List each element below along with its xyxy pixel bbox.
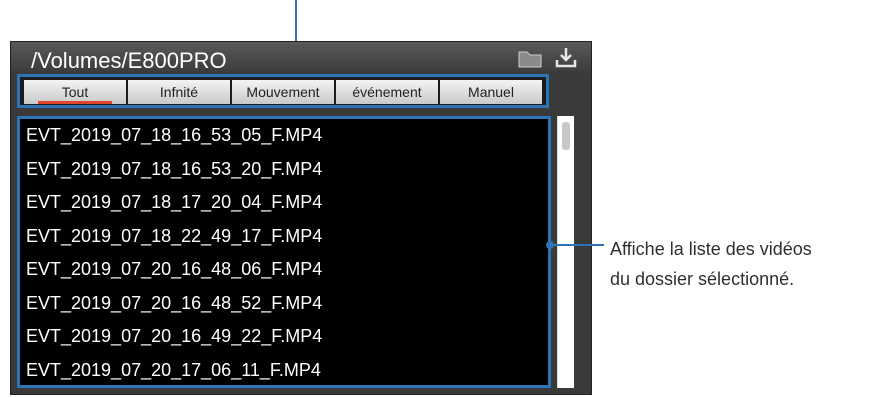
- tab-infinite[interactable]: Infnité: [128, 80, 230, 104]
- tab-tout[interactable]: Tout: [24, 80, 126, 104]
- tab-mouvement[interactable]: Mouvement: [232, 80, 334, 104]
- file-list-item[interactable]: EVT_2019_07_20_16_49_22_F.MP4: [26, 320, 546, 354]
- file-browser-panel: /Volumes/E800PRO Tout Infnité Mouvement …: [10, 41, 592, 395]
- file-list-item[interactable]: EVT_2019_07_20_16_48_06_F.MP4: [26, 253, 546, 287]
- file-list-item[interactable]: EVT_2019_07_18_17_20_04_F.MP4: [26, 186, 546, 220]
- file-list-item[interactable]: EVT_2019_07_18_22_49_17_F.MP4: [26, 220, 546, 254]
- file-list-item[interactable]: EVT_2019_07_20_16_48_52_F.MP4: [26, 287, 546, 321]
- tabs-highlight-frame: Tout Infnité Mouvement événement Manuel: [17, 74, 549, 108]
- callout-line-2: du dossier sélectionné.: [610, 269, 795, 289]
- folder-path-title: /Volumes/E800PRO: [31, 48, 227, 73]
- scrollbar[interactable]: [557, 116, 574, 388]
- tab-manuel[interactable]: Manuel: [440, 80, 542, 104]
- list-callout-line: [552, 244, 604, 246]
- file-list: EVT_2019_07_18_16_53_05_F.MP4 EVT_2019_0…: [26, 119, 546, 387]
- file-list-item[interactable]: EVT_2019_07_20_17_06_11_F.MP4: [26, 354, 546, 388]
- tab-evenement[interactable]: événement: [336, 80, 438, 104]
- tab-bar: Tout Infnité Mouvement événement Manuel: [24, 80, 542, 104]
- callout-line-1: Affiche la liste des vidéos: [610, 239, 812, 259]
- file-list-item[interactable]: EVT_2019_07_18_16_53_20_F.MP4: [26, 153, 546, 187]
- title-bar: /Volumes/E800PRO: [11, 42, 591, 74]
- download-icon[interactable]: [553, 46, 579, 70]
- scrollbar-thumb[interactable]: [562, 122, 570, 150]
- file-list-frame: EVT_2019_07_18_16_53_05_F.MP4 EVT_2019_0…: [17, 116, 551, 388]
- folder-icon[interactable]: [517, 46, 543, 70]
- file-list-item[interactable]: EVT_2019_07_18_16_53_05_F.MP4: [26, 119, 546, 153]
- callout-description: Affiche la liste des vidéos du dossier s…: [610, 234, 868, 294]
